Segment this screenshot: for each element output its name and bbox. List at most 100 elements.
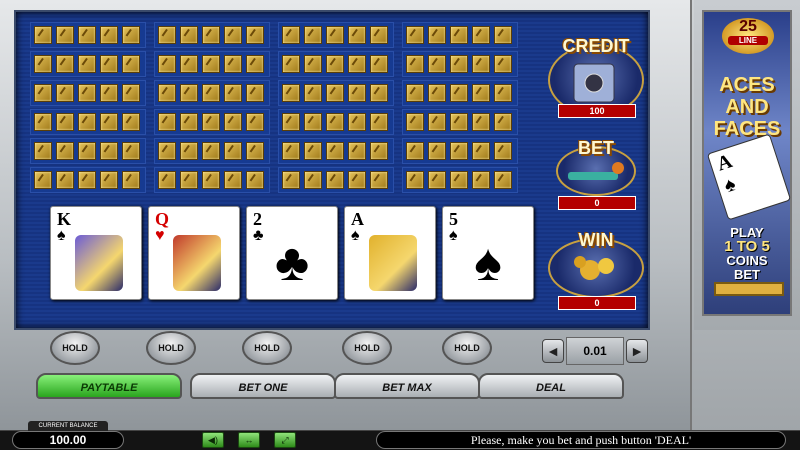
card-back-icon [56, 171, 74, 189]
card-back-icon [202, 113, 220, 131]
card-back-icon [56, 26, 74, 44]
hold-button-5[interactable]: HOLD [442, 331, 492, 365]
playing-card[interactable]: 2 ♣ ♣ [246, 206, 338, 300]
card-back-icon [348, 26, 366, 44]
hold-button-4[interactable]: HOLD [342, 331, 392, 365]
card-back-icon [406, 55, 424, 73]
mini-hand-row [154, 109, 270, 135]
hold-button-1[interactable]: HOLD [50, 331, 100, 365]
card-back-icon [326, 55, 344, 73]
mini-hand-row [402, 138, 518, 164]
card-back-icon [56, 142, 74, 160]
card-back-icon [78, 55, 96, 73]
card-back-icon [180, 142, 198, 160]
mini-hand-row [402, 22, 518, 48]
card-back-icon [158, 84, 176, 102]
coin-increase-button[interactable]: ► [626, 339, 648, 363]
card-back-icon [34, 113, 52, 131]
card-center-suit-icon: ♣ [274, 234, 310, 292]
card-back-icon [78, 142, 96, 160]
card-back-icon [282, 84, 300, 102]
card-back-icon [370, 142, 388, 160]
bet-one-button[interactable]: BET ONE [190, 373, 336, 399]
card-back-icon [224, 84, 242, 102]
mini-hand-row [278, 138, 394, 164]
card-back-icon [406, 171, 424, 189]
card-back-icon [202, 142, 220, 160]
card-suit-icon: ♥ [155, 227, 165, 244]
paytable-button[interactable]: PAYTABLE [36, 373, 182, 399]
card-back-icon [406, 84, 424, 102]
card-back-icon [246, 113, 264, 131]
card-back-icon [450, 55, 468, 73]
card-back-icon [472, 142, 490, 160]
deal-button[interactable]: DEAL [478, 373, 624, 399]
card-back-icon [326, 113, 344, 131]
mini-hand-row [402, 51, 518, 77]
card-back-icon [78, 26, 96, 44]
card-back-icon [100, 142, 118, 160]
coin-decrease-button[interactable]: ◄ [542, 339, 564, 363]
game-title: ACES AND FACES [713, 74, 781, 140]
mini-hand-row [30, 167, 146, 193]
bet-max-button[interactable]: BET MAX [334, 373, 480, 399]
playing-card[interactable]: A ♠ [344, 206, 436, 300]
card-suit-icon: ♠ [57, 227, 66, 244]
card-back-icon [224, 26, 242, 44]
card-back-icon [450, 171, 468, 189]
card-back-icon [158, 113, 176, 131]
hold-button-3[interactable]: HOLD [242, 331, 292, 365]
card-back-icon [100, 171, 118, 189]
sound-icon[interactable]: ◀) [202, 432, 224, 448]
card-back-icon [406, 142, 424, 160]
card-back-icon [370, 84, 388, 102]
card-back-icon [494, 55, 512, 73]
playing-card[interactable]: K ♠ [50, 206, 142, 300]
card-back-icon [370, 113, 388, 131]
card-back-icon [34, 142, 52, 160]
hold-button-2[interactable]: HOLD [146, 331, 196, 365]
card-back-icon [56, 84, 74, 102]
card-back-icon [100, 26, 118, 44]
playing-card[interactable]: Q ♥ [148, 206, 240, 300]
mini-hand-row [154, 138, 270, 164]
card-back-icon [428, 113, 446, 131]
card-back-icon [246, 26, 264, 44]
card-back-icon [282, 142, 300, 160]
aces-cards-icon: A ♠ [706, 133, 792, 221]
mini-hand-row [278, 167, 394, 193]
card-back-icon [100, 55, 118, 73]
card-center-suit-icon: ♠ [474, 234, 502, 292]
credit-title: CREDIT [562, 36, 630, 56]
card-back-icon [428, 171, 446, 189]
card-back-icon [122, 84, 140, 102]
card-back-icon [428, 84, 446, 102]
mini-hand-row [402, 167, 518, 193]
card-back-icon [348, 55, 366, 73]
arrows-icon[interactable]: ↔ [238, 432, 260, 448]
card-back-icon [122, 171, 140, 189]
card-back-icon [406, 26, 424, 44]
mini-hand-block [154, 22, 270, 204]
card-back-icon [122, 142, 140, 160]
status-message: Please, make you bet and push button 'DE… [376, 431, 786, 449]
coin-value: 0.01 [566, 337, 624, 365]
face-art-icon [173, 235, 221, 291]
face-art-icon [75, 235, 123, 291]
card-back-icon [202, 26, 220, 44]
playing-card[interactable]: 5 ♠ ♠ [442, 206, 534, 300]
mini-hand-row [278, 22, 394, 48]
lines-label: LINE [728, 36, 768, 45]
card-back-icon [224, 113, 242, 131]
card-back-icon [202, 55, 220, 73]
card-back-icon [450, 26, 468, 44]
fullscreen-icon[interactable]: ⤢ [274, 432, 296, 448]
card-back-icon [100, 113, 118, 131]
card-back-icon [472, 26, 490, 44]
mini-hand-row [154, 80, 270, 106]
mini-hand-row [154, 167, 270, 193]
card-back-icon [158, 26, 176, 44]
card-back-icon [56, 113, 74, 131]
card-back-icon [348, 171, 366, 189]
card-back-icon [246, 55, 264, 73]
